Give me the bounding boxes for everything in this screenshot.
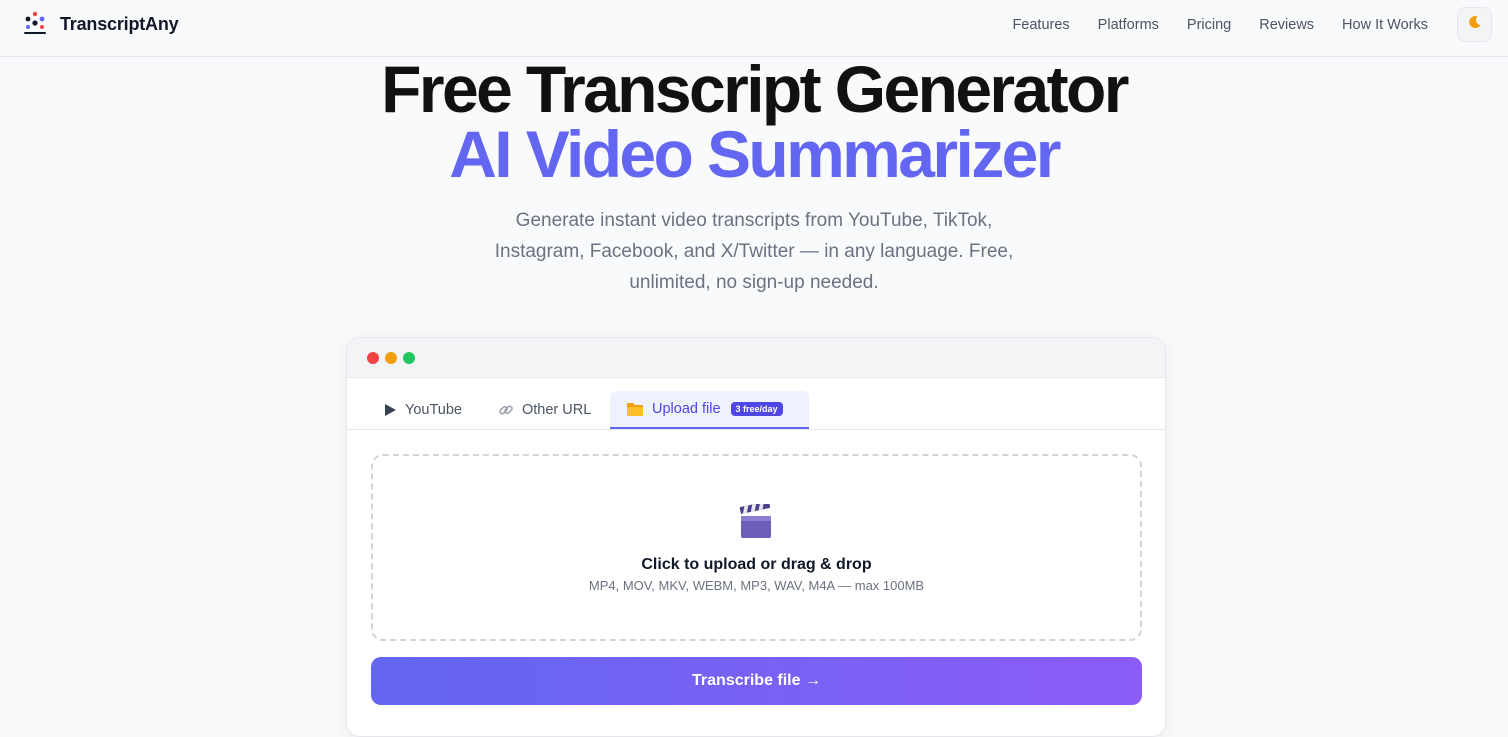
moon-icon [1467,14,1483,35]
hero-title: Free Transcript Generator [381,52,1129,126]
source-tabs: YouTube Other URL Upload file 3 free/day [347,378,1165,430]
nav-features[interactable]: Features [1012,16,1069,34]
hero-subtitle: Generate instant video transcripts from … [494,210,1014,293]
nav-platforms[interactable]: Platforms [1098,16,1159,34]
upload-dropzone[interactable]: Click to upload or drag & drop MP4, MOV,… [371,454,1142,641]
supported-formats: MP4, MOV, MKV, WEBM, MP3, WAV, M4A — max… [588,578,925,593]
minimize-dot-icon [385,352,397,364]
main-nav: Features Platforms Pricing Reviews How I… [1012,16,1428,34]
logo-icon [22,10,48,38]
free-quota-badge: 3 free/day [730,402,783,416]
tab-other-url[interactable]: Other URL [482,391,607,429]
upload-instructions: Click to upload or drag & drop [641,556,872,573]
nav-pricing[interactable]: Pricing [1187,16,1231,34]
transcribe-file-button[interactable]: Transcribe file → [371,657,1142,705]
tab-youtube[interactable]: YouTube [368,391,478,429]
hero-title-accent: AI Video Summarizer [449,117,1061,191]
brand-logo[interactable]: TranscriptAny [22,10,179,38]
window-titlebar [347,338,1165,378]
nav-how-it-works[interactable]: How It Works [1342,16,1428,34]
play-icon [384,403,397,417]
transcribe-card: YouTube Other URL Upload file 3 free/day [346,337,1166,737]
tab-upload-file[interactable]: Upload file 3 free/day [610,391,809,429]
maximize-dot-icon [403,352,415,364]
clapperboard-icon [739,501,773,545]
theme-toggle-button[interactable] [1457,7,1492,42]
tab-upload-file-label: Upload file [652,401,721,417]
site-header: TranscriptAny Features Platforms Pricing… [0,0,1508,57]
nav-reviews[interactable]: Reviews [1259,16,1314,34]
folder-icon [626,402,644,417]
close-dot-icon [367,352,379,364]
tab-other-url-label: Other URL [522,402,592,418]
brand-name: TranscriptAny [60,13,179,34]
link-icon [498,402,514,418]
tab-youtube-label: YouTube [405,402,462,418]
